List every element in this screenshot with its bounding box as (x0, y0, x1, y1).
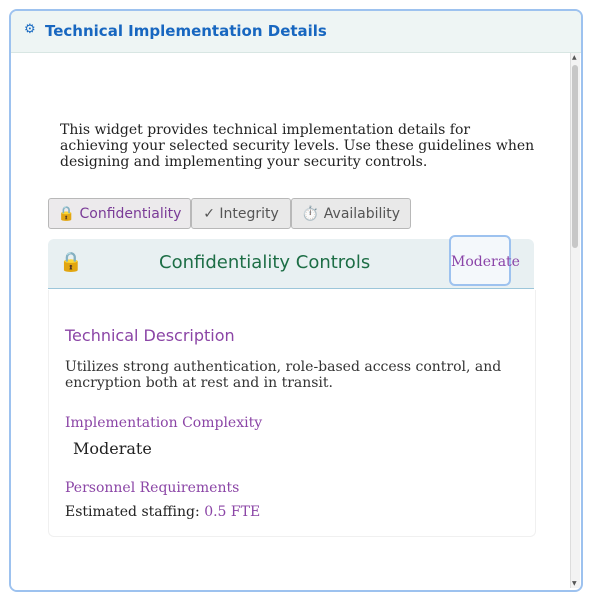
panel-header: 🔒 Confidentiality Controls Moderate (48, 235, 534, 289)
complexity-label: Implementation Complexity (65, 415, 263, 431)
tab-confidentiality[interactable]: 🔒 Confidentiality (48, 198, 191, 229)
lock-icon: 🔒 (59, 251, 83, 273)
level-badge[interactable]: Moderate (449, 235, 520, 286)
scroll-up-arrow-icon[interactable]: ▲ (572, 54, 577, 61)
tab-availability[interactable]: ⏱️ Availability (291, 198, 411, 229)
scrollbar-thumb[interactable] (572, 65, 578, 248)
vertical-scrollbar[interactable]: ▲ ▼ (570, 53, 580, 588)
staffing-label: Estimated staffing: (65, 504, 200, 520)
complexity-value: Moderate (73, 439, 152, 458)
widget-header: ⚙ Technical Implementation Details (11, 11, 581, 53)
gear-icon: ⚙ (24, 22, 36, 37)
staffing-row: Estimated staffing: 0.5 FTE (65, 504, 260, 520)
implementation-widget: ⚙ Technical Implementation Details This … (9, 9, 583, 592)
description-heading: Technical Description (65, 326, 235, 345)
tab-integrity[interactable]: ✓ Integrity (191, 198, 291, 229)
intro-text: This widget provides technical implement… (60, 122, 535, 170)
panel-title: Confidentiality Controls (159, 252, 371, 273)
detail-card: Technical Description Utilizes strong au… (48, 290, 536, 537)
personnel-label: Personnel Requirements (65, 480, 240, 496)
widget-body: This widget provides technical implement… (11, 53, 571, 590)
description-text: Utilizes strong authentication, role-bas… (65, 359, 502, 391)
staffing-value: 0.5 FTE (204, 504, 261, 520)
widget-title: Technical Implementation Details (45, 22, 327, 40)
scroll-down-arrow-icon[interactable]: ▼ (572, 580, 577, 587)
